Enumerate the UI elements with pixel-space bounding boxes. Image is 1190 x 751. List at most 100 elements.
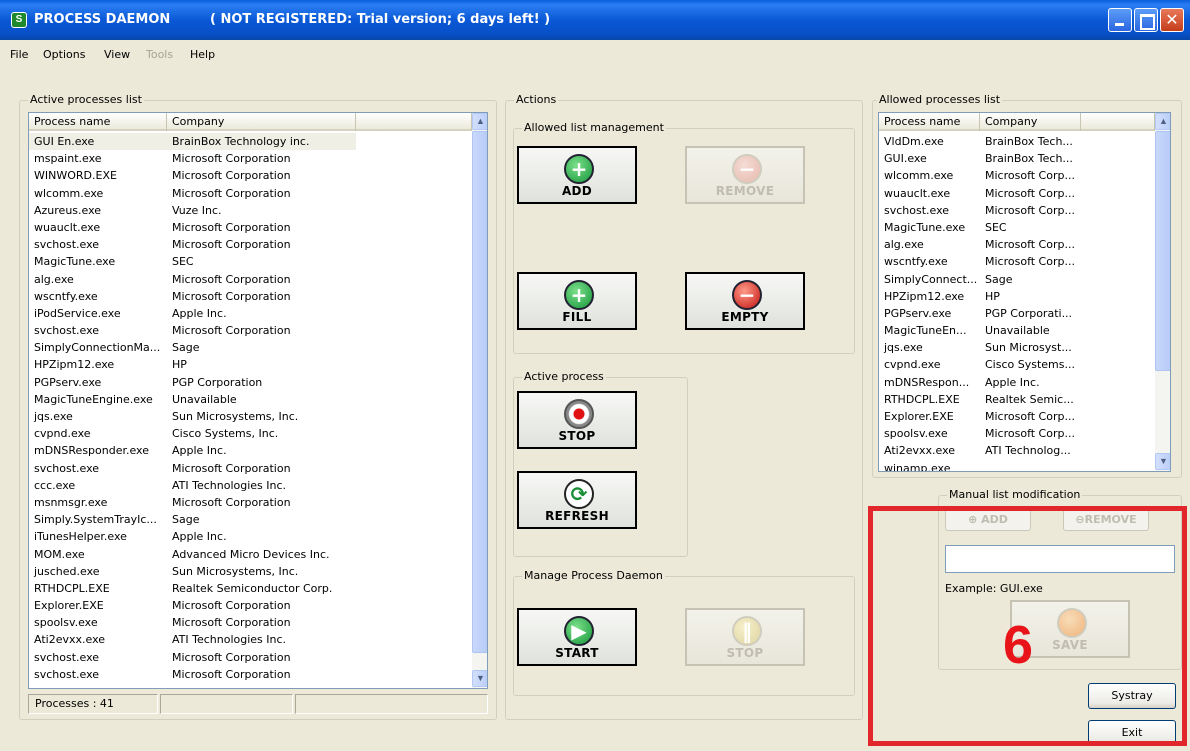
allowed-scroll-up-icon[interactable]: ▲	[1155, 113, 1170, 130]
allowed-process-name: cvpnd.exe	[884, 358, 941, 372]
scroll-up-icon[interactable]: ▲	[472, 113, 487, 130]
scroll-down-icon[interactable]: ▼	[472, 670, 487, 687]
active-row[interactable]: ccc.exe ATI Technologies Inc.	[29, 477, 472, 494]
maximize-icon[interactable]	[1134, 8, 1158, 32]
active-row[interactable]: GUI En.exe BrainBox Technology inc.	[29, 133, 472, 151]
scroll-thumb[interactable]	[472, 131, 487, 653]
active-row[interactable]: MagicTuneEngine.exe Unavailable	[29, 391, 472, 408]
refresh-button[interactable]: ⟳ REFRESH	[517, 471, 637, 529]
menu-file[interactable]: File	[10, 48, 28, 61]
close-icon[interactable]: ✕	[1160, 8, 1184, 32]
allowed-row[interactable]: PGPserv.exe PGP Corporati...	[879, 305, 1155, 322]
active-row[interactable]: WINWORD.EXE Microsoft Corporation	[29, 167, 472, 184]
active-extra-cell	[356, 322, 472, 339]
active-processes-list[interactable]: Process name Company GUI En.exe BrainBox …	[28, 112, 488, 689]
allowed-row[interactable]: wscntfy.exe Microsoft Corp...	[879, 253, 1155, 270]
allowed-company: Microsoft Corp...	[985, 169, 1075, 183]
column-company[interactable]: Company	[167, 113, 356, 131]
allowed-process-name: MagicTuneEn...	[884, 324, 967, 338]
allowed-row[interactable]: wuauclt.exe Microsoft Corp...	[879, 185, 1155, 202]
allowed-column-company[interactable]: Company	[980, 113, 1081, 131]
add-button[interactable]: + ADD	[517, 146, 637, 204]
allowed-row[interactable]: mDNSRespon... Apple Inc.	[879, 374, 1155, 391]
allowed-row[interactable]: spoolsv.exe Microsoft Corp...	[879, 425, 1155, 442]
active-row[interactable]: wscntfy.exe Microsoft Corporation	[29, 288, 472, 305]
allowed-row[interactable]: jqs.exe Sun Microsyst...	[879, 339, 1155, 356]
allowed-column-extra[interactable]	[1081, 113, 1155, 131]
active-row[interactable]: mDNSResponder.exe Apple Inc.	[29, 442, 472, 459]
active-row[interactable]: spoolsv.exe Microsoft Corporation	[29, 614, 472, 631]
allowed-row[interactable]: Explorer.EXE Microsoft Corp...	[879, 408, 1155, 425]
menu-view[interactable]: View	[104, 48, 130, 61]
allowed-list-scrollbar[interactable]: ▲ ▼	[1155, 113, 1170, 471]
active-row[interactable]: svchost.exe Microsoft Corporation	[29, 460, 472, 477]
actions-title: Actions	[514, 93, 559, 106]
active-row[interactable]: mspaint.exe Microsoft Corporation	[29, 150, 472, 167]
allowed-processes-list[interactable]: Process name Company VldDm.exe BrainBox T…	[878, 112, 1171, 472]
allowed-row[interactable]: alg.exe Microsoft Corp...	[879, 236, 1155, 253]
active-row[interactable]: Ati2evxx.exe ATI Technologies Inc.	[29, 631, 472, 648]
allowed-row[interactable]: Ati2evxx.exe ATI Technolog...	[879, 442, 1155, 459]
menu-help[interactable]: Help	[190, 48, 215, 61]
active-row[interactable]: Azureus.exe Vuze Inc.	[29, 202, 472, 219]
minimize-icon[interactable]	[1108, 8, 1132, 32]
active-row[interactable]: iTunesHelper.exe Apple Inc.	[29, 528, 472, 545]
active-row[interactable]: svchost.exe Microsoft Corporation	[29, 649, 472, 666]
active-row[interactable]: wlcomm.exe Microsoft Corporation	[29, 185, 472, 202]
active-row[interactable]: cvpnd.exe Cisco Systems, Inc.	[29, 425, 472, 442]
allowed-row[interactable]: wlcomm.exe Microsoft Corp...	[879, 167, 1155, 184]
active-process-name: cvpnd.exe	[34, 427, 91, 441]
active-row[interactable]: svchost.exe Microsoft Corporation	[29, 666, 472, 683]
active-row[interactable]: jqs.exe Sun Microsystems, Inc.	[29, 408, 472, 425]
allowed-row[interactable]: RTHDCPL.EXE Realtek Semic...	[879, 391, 1155, 408]
active-process-name: svchost.exe	[34, 461, 100, 475]
title-bar[interactable]: S PROCESS DAEMON ( NOT REGISTERED: Trial…	[0, 0, 1190, 40]
active-row[interactable]: Explorer.EXE Microsoft Corporation	[29, 597, 472, 614]
allowed-scroll-down-icon[interactable]: ▼	[1155, 453, 1170, 470]
active-process-name: svchost.exe	[34, 324, 100, 338]
active-company: Microsoft Corporation	[172, 650, 291, 664]
active-company: Sage	[172, 341, 200, 355]
active-row[interactable]: RTHDCPL.EXE Realtek Semiconductor Corp.	[29, 580, 472, 597]
active-row[interactable]: wuauclt.exe Microsoft Corporation	[29, 219, 472, 236]
active-process-name: iPodService.exe	[34, 306, 121, 320]
active-row[interactable]: msnmsgr.exe Microsoft Corporation	[29, 494, 472, 511]
active-row[interactable]: alg.exe Microsoft Corporation	[29, 271, 472, 288]
active-row[interactable]: PGPserv.exe PGP Corporation	[29, 374, 472, 391]
column-process-name[interactable]: Process name	[29, 113, 167, 131]
allowed-process-name: VldDm.exe	[884, 135, 944, 148]
allowed-row[interactable]: VldDm.exe BrainBox Tech...	[879, 133, 1155, 150]
active-row[interactable]: MOM.exe Advanced Micro Devices Inc.	[29, 546, 472, 563]
start-button[interactable]: ▶ START	[517, 608, 637, 666]
allowed-process-name: mDNSRespon...	[884, 375, 970, 389]
active-extra-cell	[356, 391, 472, 408]
stop-process-button[interactable]: STOP	[517, 391, 637, 449]
allowed-extra-cell	[1081, 202, 1155, 219]
allowed-company: HP	[985, 289, 1000, 303]
active-row[interactable]: HPZipm12.exe HP	[29, 356, 472, 373]
active-row[interactable]: Simply.SystemTrayIc... Sage	[29, 511, 472, 528]
allowed-column-process-name[interactable]: Process name	[879, 113, 980, 131]
allowed-company: BrainBox Tech...	[985, 152, 1073, 166]
active-row[interactable]: MagicTune.exe SEC	[29, 253, 472, 270]
allowed-row[interactable]: MagicTune.exe SEC	[879, 219, 1155, 236]
allowed-row[interactable]: MagicTuneEn... Unavailable	[879, 322, 1155, 339]
active-list-scrollbar[interactable]: ▲ ▼	[472, 113, 487, 688]
empty-button[interactable]: − EMPTY	[685, 272, 805, 330]
allowed-row[interactable]: GUI.exe BrainBox Tech...	[879, 150, 1155, 167]
fill-button[interactable]: + FILL	[517, 272, 637, 330]
active-row[interactable]: jusched.exe Sun Microsystems, Inc.	[29, 563, 472, 580]
allowed-row[interactable]: SimplyConnect... Sage	[879, 271, 1155, 288]
allowed-row[interactable]: svchost.exe Microsoft Corp...	[879, 202, 1155, 219]
active-row[interactable]: svchost.exe Microsoft Corporation	[29, 322, 472, 339]
column-extra[interactable]	[356, 113, 472, 131]
active-row[interactable]: svchost.exe Microsoft Corporation	[29, 236, 472, 253]
allowed-row[interactable]: cvpnd.exe Cisco Systems...	[879, 356, 1155, 373]
active-process-name: Ati2evxx.exe	[34, 633, 106, 647]
active-row[interactable]: SimplyConnectionMa... Sage	[29, 339, 472, 356]
allowed-row[interactable]: winamp.exe	[879, 460, 1155, 471]
active-row[interactable]: iPodService.exe Apple Inc.	[29, 305, 472, 322]
allowed-row[interactable]: HPZipm12.exe HP	[879, 288, 1155, 305]
allowed-scroll-thumb[interactable]	[1155, 131, 1170, 371]
menu-options[interactable]: Options	[43, 48, 85, 61]
